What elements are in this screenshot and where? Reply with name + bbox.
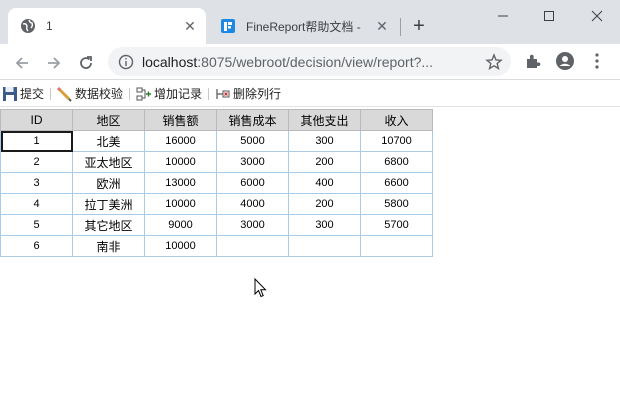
new-tab-button[interactable]: + — [408, 15, 430, 37]
cost-cell[interactable]: 5000 — [216, 130, 289, 152]
id-cell[interactable]: 3 — [0, 172, 73, 194]
table-row: 5 其它地区 9000 3000 300 5700 — [0, 214, 433, 236]
maximize-button[interactable] — [534, 4, 564, 28]
income-cell[interactable] — [360, 235, 433, 257]
info-icon[interactable] — [118, 54, 134, 70]
cost-cell[interactable]: 4000 — [216, 193, 289, 215]
income-cell[interactable]: 6800 — [360, 151, 433, 173]
other-expense-cell[interactable]: 300 — [288, 214, 361, 236]
income-cell[interactable]: 6600 — [360, 172, 433, 194]
validate-button[interactable]: 数据校验 — [55, 84, 125, 104]
tab-title: FineReport帮助文档 - — [246, 19, 361, 34]
minimize-button[interactable] — [488, 4, 518, 28]
sales-cell[interactable]: 10000 — [144, 151, 217, 173]
validate-label: 数据校验 — [75, 87, 124, 101]
id-cell[interactable]: 5 — [0, 214, 73, 236]
delete-row-icon — [216, 88, 230, 99]
save-icon — [3, 86, 17, 101]
star-icon[interactable] — [485, 52, 503, 71]
toolbar-divider — [50, 87, 52, 100]
column-header-other-expense: 其他支出 — [288, 109, 361, 131]
back-icon[interactable] — [9, 50, 35, 76]
income-cell[interactable]: 5800 — [360, 193, 433, 215]
region-cell[interactable]: 南非 — [72, 235, 145, 257]
other-expense-cell[interactable]: 300 — [288, 130, 361, 152]
add-record-icon — [136, 87, 152, 100]
table-row: 1 北美 16000 5000 300 10700 — [0, 130, 433, 152]
cost-cell[interactable]: 3000 — [216, 151, 289, 173]
table-row: 3 欧洲 13000 6000 400 6600 — [0, 172, 433, 194]
toolbar-divider — [129, 87, 131, 100]
id-cell[interactable]: 2 — [0, 151, 73, 173]
cost-cell[interactable] — [216, 235, 289, 257]
forward-icon[interactable] — [41, 50, 67, 76]
region-cell[interactable]: 北美 — [72, 130, 145, 152]
sales-cell[interactable]: 9000 — [144, 214, 217, 236]
column-header-region: 地区 — [72, 109, 145, 131]
close-tab-icon[interactable]: ✕ — [180, 16, 200, 36]
close-tab-icon[interactable]: ✕ — [372, 16, 392, 36]
add-record-button[interactable]: 增加记录 — [134, 84, 204, 104]
tab-separator — [400, 18, 401, 36]
region-cell[interactable]: 亚太地区 — [72, 151, 145, 173]
other-expense-cell[interactable]: 400 — [288, 172, 361, 194]
id-cell[interactable]: 4 — [0, 193, 73, 215]
pencil-icon — [57, 86, 72, 102]
tab-strip: 1 ✕ FineReport帮助文档 - ✕ + — [0, 0, 620, 44]
table-row: 2 亚太地区 10000 3000 200 6800 — [0, 151, 433, 173]
table-row: 4 拉丁美洲 10000 4000 200 5800 — [0, 193, 433, 215]
region-cell[interactable]: 其它地区 — [72, 214, 145, 236]
profile-icon[interactable] — [554, 50, 576, 72]
income-cell[interactable]: 5700 — [360, 214, 433, 236]
add-record-label: 增加记录 — [154, 87, 203, 101]
cost-cell[interactable]: 6000 — [216, 172, 289, 194]
sales-cell[interactable]: 10000 — [144, 235, 217, 257]
other-expense-cell[interactable]: 200 — [288, 193, 361, 215]
menu-icon[interactable] — [586, 50, 608, 72]
toolbar-divider — [208, 87, 210, 100]
sales-cell[interactable]: 16000 — [144, 130, 217, 152]
close-window-button[interactable] — [582, 4, 612, 28]
income-cell[interactable]: 10700 — [360, 130, 433, 152]
other-expense-cell[interactable]: 200 — [288, 151, 361, 173]
cost-cell[interactable]: 3000 — [216, 214, 289, 236]
url-text: localhost:8075/webroot/decision/view/rep… — [142, 53, 434, 70]
sales-cell[interactable]: 10000 — [144, 193, 217, 215]
region-cell[interactable]: 欧洲 — [72, 172, 145, 194]
region-cell[interactable]: 拉丁美洲 — [72, 193, 145, 215]
submit-label: 提交 — [20, 87, 45, 101]
report-toolbar: 提交 数据校验 增加记录 删除列行 — [0, 81, 620, 107]
submit-button[interactable]: 提交 — [0, 84, 46, 104]
column-header-income: 收入 — [360, 109, 433, 131]
sales-cell[interactable]: 13000 — [144, 172, 217, 194]
mouse-cursor-icon — [254, 277, 268, 303]
address-bar[interactable]: localhost:8075/webroot/decision/view/rep… — [108, 47, 511, 76]
table-row: 6 南非 10000 — [0, 235, 433, 257]
other-expense-cell[interactable] — [288, 235, 361, 257]
column-header-sales: 销售额 — [144, 109, 217, 131]
finereport-icon — [220, 18, 236, 34]
column-header-cost: 销售成本 — [216, 109, 289, 131]
delete-row-button[interactable]: 删除列行 — [213, 84, 283, 104]
column-header-id: ID — [0, 109, 73, 131]
id-cell[interactable]: 6 — [0, 235, 73, 257]
id-cell[interactable]: 1 — [0, 130, 73, 152]
tab-title: 1 — [46, 19, 53, 33]
delete-row-label: 删除列行 — [233, 87, 282, 101]
extensions-icon[interactable] — [522, 50, 544, 72]
browser-tab-finereport[interactable]: FineReport帮助文档 - ✕ — [208, 8, 398, 44]
report-table: ID 地区 销售额 销售成本 其他支出 收入 1 北美 16000 5000 3… — [0, 109, 433, 257]
globe-icon — [20, 18, 36, 34]
browser-tab-active[interactable]: 1 ✕ — [8, 8, 206, 44]
header-row: ID 地区 销售额 销售成本 其他支出 收入 — [0, 109, 433, 131]
reload-icon[interactable] — [73, 50, 99, 76]
